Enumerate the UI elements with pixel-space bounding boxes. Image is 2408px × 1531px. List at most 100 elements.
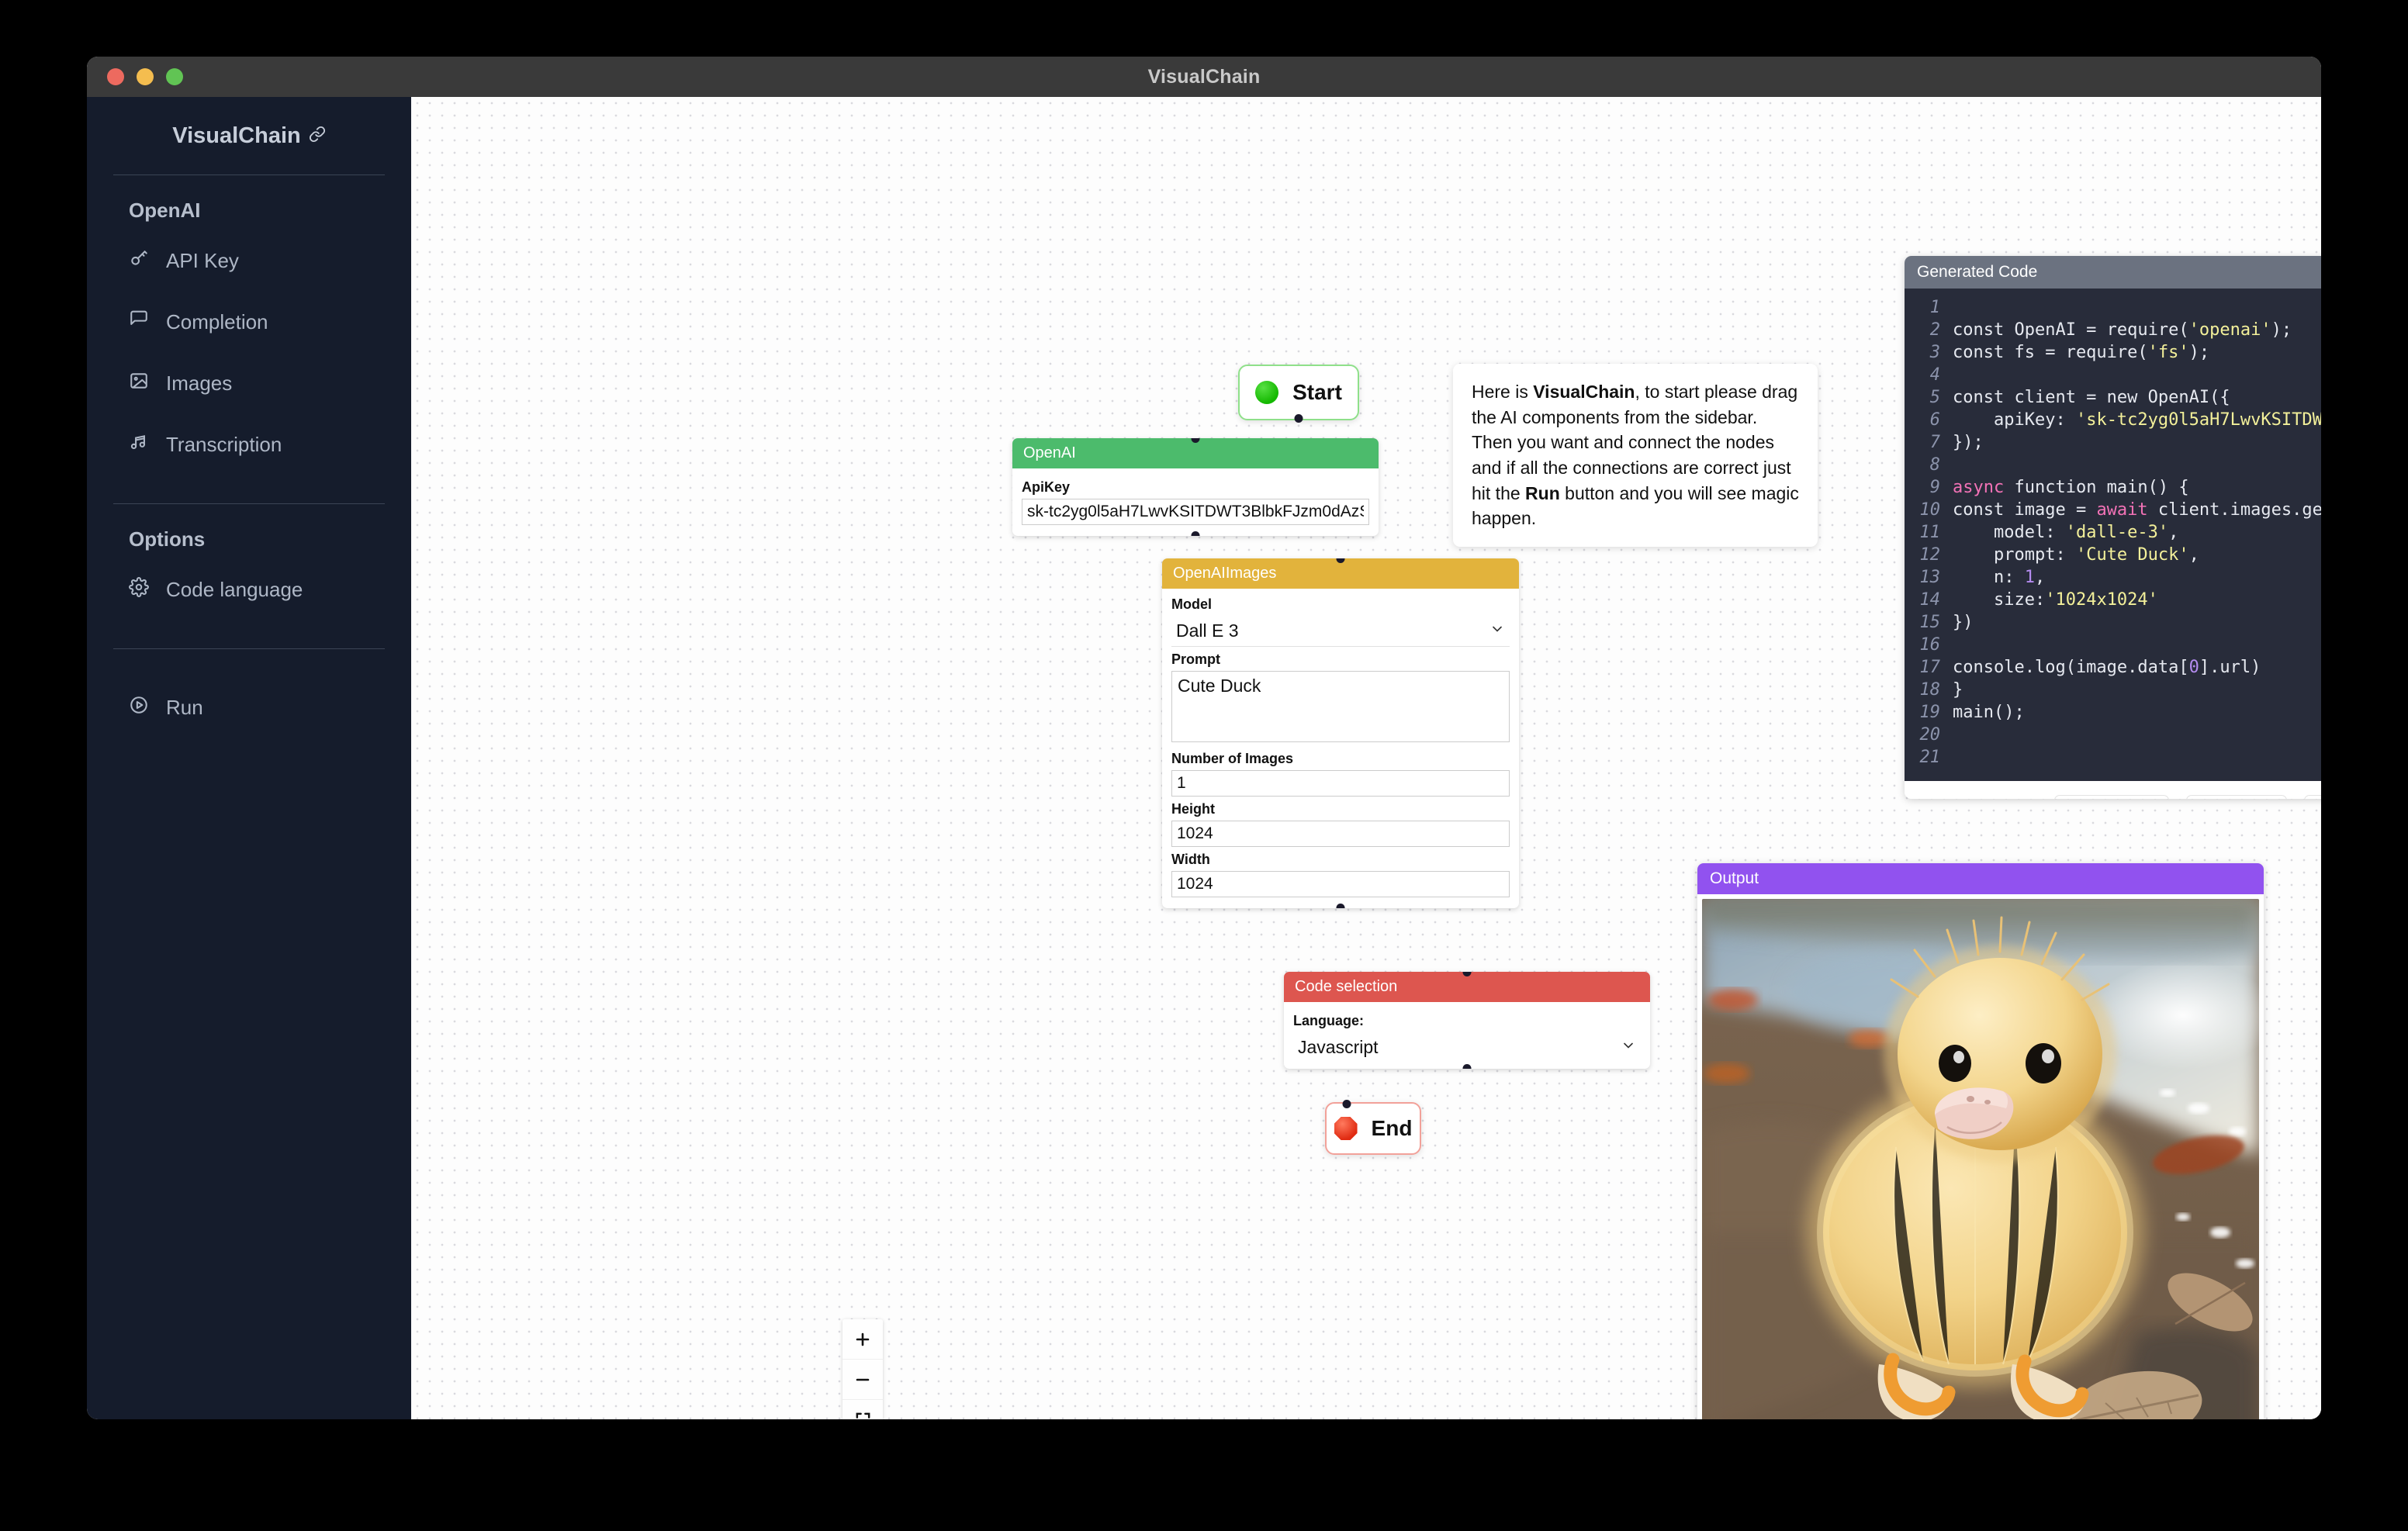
sidebar-section-openai-title: OpenAI xyxy=(129,199,201,222)
code-line-number: 16 xyxy=(1919,635,1941,655)
note-line-1: Here is VisualChain, to start please dra… xyxy=(1472,382,1798,427)
gear-icon xyxy=(129,577,149,603)
music-notes-icon xyxy=(129,432,149,458)
code-action-buttons: Download Execute Explain xyxy=(1905,781,2321,799)
code-line: 16 xyxy=(1905,634,2321,656)
canvas-controls xyxy=(842,1319,883,1419)
apikey-input[interactable] xyxy=(1022,499,1369,525)
code-area[interactable]: 1 2 const OpenAI = require('openai'); 3 cons… xyxy=(1905,289,2321,781)
fit-view-button[interactable] xyxy=(842,1400,883,1419)
code-line-number: 5 xyxy=(1929,388,1940,407)
code-line-number: 13 xyxy=(1919,568,1941,587)
code-line-content: n: 1, xyxy=(1953,568,2046,587)
window-title: VisualChain xyxy=(1147,65,1261,88)
sidebar-item-code-language[interactable]: Code language xyxy=(113,559,385,620)
code-line-number: 17 xyxy=(1919,658,1941,677)
node-openai[interactable]: OpenAI ApiKey xyxy=(1012,438,1379,536)
node-handle[interactable] xyxy=(1342,1100,1351,1108)
width-input[interactable] xyxy=(1171,871,1510,897)
output-image xyxy=(1702,899,2259,1419)
output-panel: Output xyxy=(1697,863,2264,1419)
code-line-number: 15 xyxy=(1919,613,1941,632)
code-line-number: 7 xyxy=(1929,433,1940,452)
code-line: 15}) xyxy=(1905,611,2321,634)
node-openai-images[interactable]: OpenAIImages Model Dall E 3 Prompt Cute … xyxy=(1162,558,1519,908)
intro-note: Here is VisualChain, to start please dra… xyxy=(1453,364,1818,547)
node-handle[interactable] xyxy=(1191,531,1200,536)
code-line: 11 model: 'dall-e-3', xyxy=(1905,521,2321,544)
window-titlebar: VisualChain xyxy=(87,57,2321,97)
node-handle[interactable] xyxy=(1336,904,1345,908)
code-line: 12 prompt: 'Cute Duck', xyxy=(1905,544,2321,566)
node-end[interactable]: End xyxy=(1325,1100,1421,1155)
code-line-content: const fs = require('fs'); xyxy=(1953,343,2210,362)
code-line-number: 12 xyxy=(1919,545,1941,565)
code-line-content: main(); xyxy=(1953,703,2025,722)
explain-button[interactable]: Explain xyxy=(2303,795,2321,799)
sidebar-item-api-key[interactable]: API Key xyxy=(113,230,385,292)
apikey-label: ApiKey xyxy=(1022,479,1071,495)
node-code-selection[interactable]: Code selection Language: Javascript xyxy=(1284,972,1650,1069)
code-line-content: }); xyxy=(1953,433,1984,452)
node-handle[interactable] xyxy=(1462,1064,1472,1069)
play-circle-icon xyxy=(129,695,149,721)
chevron-down-icon xyxy=(1621,1037,1636,1058)
zoom-out-button[interactable] xyxy=(842,1360,883,1400)
language-select[interactable]: Javascript xyxy=(1293,1032,1641,1063)
flow-canvas[interactable]: Start Here is VisualChain, to start plea… xyxy=(411,97,2321,1419)
app-window: VisualChain VisualChain OpenAI API Key C… xyxy=(87,57,2321,1419)
sidebar-item-run[interactable]: Run xyxy=(113,677,385,738)
code-line: 19 main(); xyxy=(1905,701,2321,724)
code-line-number: 20 xyxy=(1919,725,1941,745)
code-line: 5 const client = new OpenAI({ xyxy=(1905,386,2321,409)
green-circle-icon xyxy=(1255,381,1279,404)
zoom-in-button[interactable] xyxy=(842,1319,883,1360)
sidebar: VisualChain OpenAI API Key Completion Im… xyxy=(87,97,411,1419)
code-line: 17 console.log(image.data[0].url) xyxy=(1905,656,2321,679)
code-line-content: console.log(image.data[0].url) xyxy=(1953,658,2261,677)
code-line: 6 apiKey: 'sk-tc2yg0l5aH7LwvKSITDWT3Blbk… xyxy=(1905,409,2321,431)
sidebar-item-images[interactable]: Images xyxy=(113,353,385,414)
height-input[interactable] xyxy=(1171,821,1510,847)
model-select[interactable]: Dall E 3 xyxy=(1171,616,1510,647)
code-line: 4 xyxy=(1905,364,2321,386)
code-line-content: model: 'dall-e-3', xyxy=(1953,523,2179,542)
height-label: Height xyxy=(1171,801,1215,817)
message-square-icon xyxy=(129,309,149,335)
number-of-images-input[interactable] xyxy=(1171,770,1510,797)
prompt-textarea[interactable]: Cute Duck xyxy=(1171,671,1510,742)
node-end-label: End xyxy=(1371,1116,1413,1140)
code-line-content: const client = new OpenAI({ xyxy=(1953,388,2230,407)
sidebar-item-transcription[interactable]: Transcription xyxy=(113,414,385,475)
chevron-down-icon xyxy=(1489,620,1505,641)
code-line: 9 async function main() { xyxy=(1905,476,2321,499)
output-image-wrap xyxy=(1697,894,2264,1419)
sidebar-brand: VisualChain xyxy=(113,97,385,175)
download-button[interactable]: Download xyxy=(2054,795,2170,799)
code-line-number: 2 xyxy=(1929,320,1940,340)
execute-button[interactable]: Execute xyxy=(2186,795,2287,799)
code-line: 18} xyxy=(1905,679,2321,701)
code-line-content: const OpenAI = require('openai'); xyxy=(1953,320,2292,340)
note-line-2: Then you want and connect the nodes and … xyxy=(1472,432,1799,529)
code-lines: 1 2 const OpenAI = require('openai'); 3 cons… xyxy=(1905,296,2322,769)
node-start-label: Start xyxy=(1292,380,1342,404)
code-line-number: 9 xyxy=(1929,478,1940,497)
code-line-number: 18 xyxy=(1919,680,1941,700)
node-start[interactable]: Start xyxy=(1238,365,1359,423)
code-line: 1 xyxy=(1905,296,2321,319)
code-line-content: }) xyxy=(1953,613,1974,632)
prompt-label: Prompt xyxy=(1171,651,1220,667)
code-line-content: } xyxy=(1953,680,1963,700)
code-line: 3 const fs = require('fs'); xyxy=(1905,341,2321,364)
sidebar-item-completion[interactable]: Completion xyxy=(113,292,385,353)
code-line: 21 xyxy=(1905,746,2321,769)
sidebar-item-label: Code language xyxy=(166,578,303,601)
note-bold-run: Run xyxy=(1525,482,1560,503)
code-line: 2 const OpenAI = require('openai'); xyxy=(1905,319,2321,341)
node-handle[interactable] xyxy=(1294,414,1303,423)
code-line: 10 const image = await client.images.gene… xyxy=(1905,499,2322,521)
sidebar-item-label: Run xyxy=(166,696,203,719)
